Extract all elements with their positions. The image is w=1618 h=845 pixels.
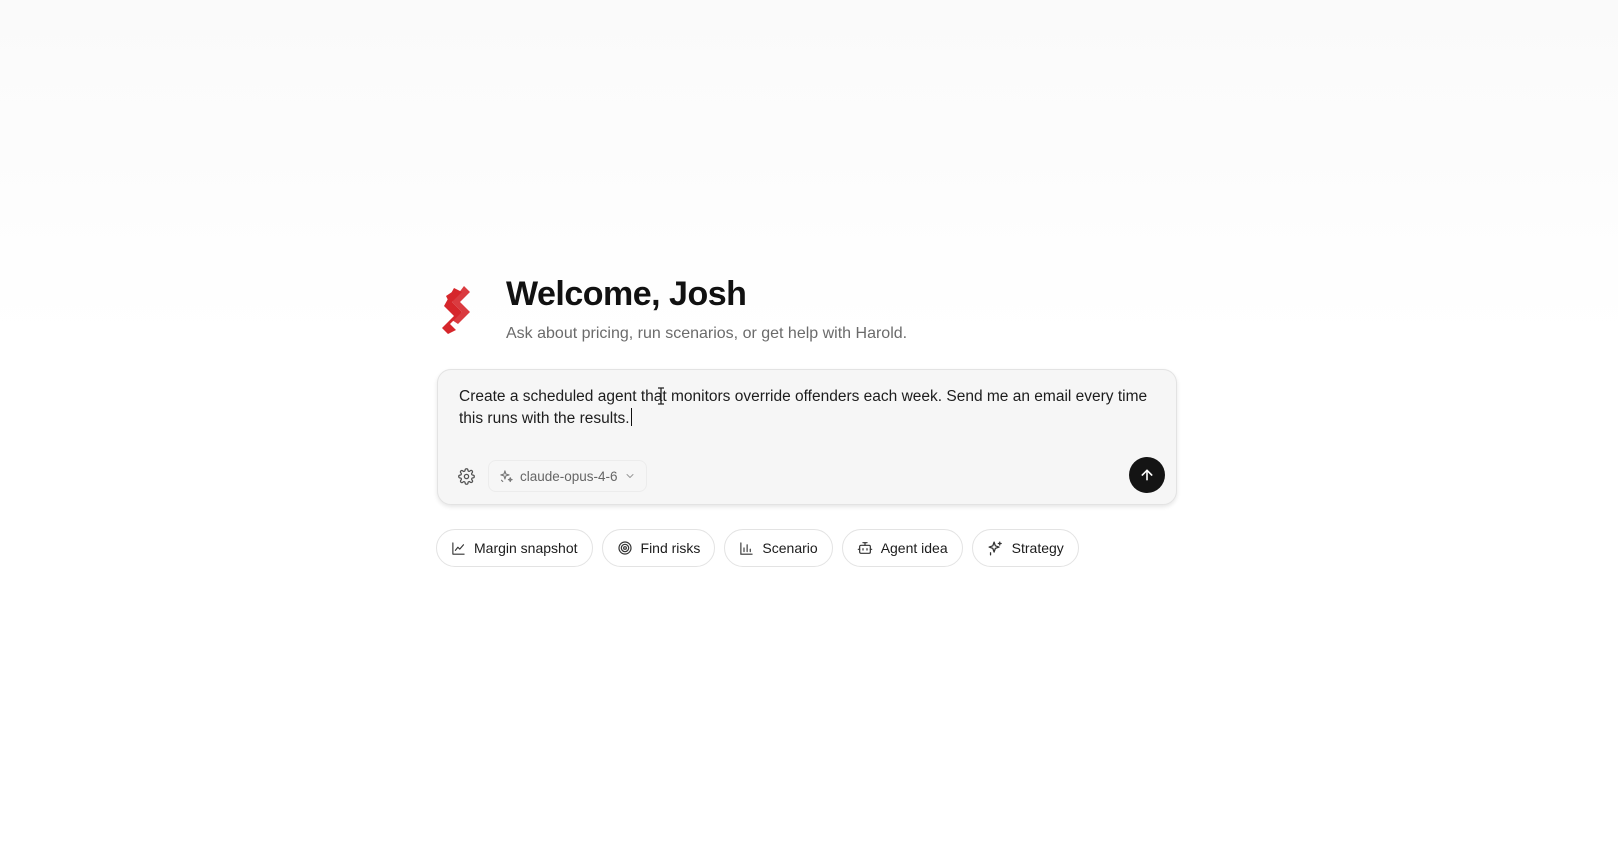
message-input[interactable]: Create a scheduled agent that monitors o… (459, 386, 1159, 430)
model-selector[interactable]: claude-opus-4-6 (488, 460, 647, 492)
chip-label: Agent idea (880, 540, 948, 556)
message-composer[interactable]: Create a scheduled agent that monitors o… (437, 369, 1177, 505)
chip-scenario[interactable]: Scenario (724, 529, 833, 567)
page-subtitle: Ask about pricing, run scenarios, or get… (506, 325, 908, 342)
composer-toolbar: claude-opus-4-6 (452, 460, 647, 492)
chip-label: Scenario (762, 540, 818, 556)
bot-icon (857, 542, 872, 554)
arrow-up-icon (1141, 469, 1153, 481)
chip-label: Find risks (640, 540, 701, 556)
chip-find-risks[interactable]: Find risks (601, 529, 716, 567)
send-button[interactable] (1129, 457, 1165, 493)
chip-agent-idea[interactable]: Agent idea (841, 529, 963, 567)
line-chart-icon (452, 541, 465, 555)
suggestion-chips: Margin snapshot Find risks Scenario Agen… (436, 529, 1079, 567)
page-title: Welcome, Josh (506, 275, 747, 313)
chevron-down-icon (626, 474, 634, 478)
welcome-header: Welcome, Josh Ask about pricing, run sce… (436, 272, 907, 344)
model-name: claude-opus-4-6 (520, 468, 618, 484)
chip-label: Margin snapshot (474, 540, 578, 556)
message-text: Create a scheduled agent that monitors o… (459, 388, 1148, 427)
welcome-screen: Welcome, Josh Ask about pricing, run sce… (0, 0, 1618, 845)
target-icon (617, 541, 632, 555)
chip-margin-snapshot[interactable]: Margin snapshot (436, 529, 593, 567)
sparkles-icon (500, 469, 513, 482)
text-caret (630, 408, 632, 426)
gear-icon (457, 467, 475, 485)
brand-logo (442, 286, 470, 334)
text-cursor-icon (658, 387, 664, 405)
settings-button[interactable] (452, 462, 480, 490)
chip-strategy[interactable]: Strategy (971, 529, 1079, 567)
sparkles-icon (988, 540, 1002, 556)
bar-chart-icon (740, 541, 754, 555)
chip-label: Strategy (1011, 540, 1064, 556)
